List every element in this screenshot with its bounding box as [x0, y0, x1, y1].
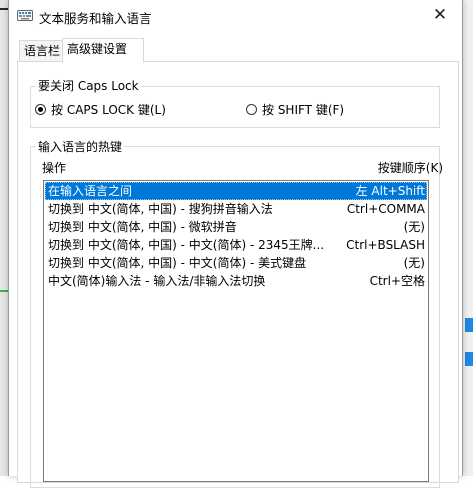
list-item[interactable]: 中文(简体)输入法 - 输入法/非输入法切换 Ctrl+空格: [45, 272, 427, 290]
close-button[interactable]: ✕: [418, 0, 462, 30]
hotkeys-group-label: 输入语言的热键: [36, 138, 125, 155]
radio-label: 按 SHIFT 键(F): [262, 103, 345, 117]
dialog-window: 文本服务和输入语言 ✕ 语言栏 高级键设置 要关闭 Caps Lock 按 CA…: [8, 0, 463, 488]
keyboard-icon: [17, 10, 33, 21]
column-header-action: 操作: [42, 161, 67, 175]
background-green-line: [0, 290, 8, 292]
close-icon: ✕: [432, 5, 448, 25]
radio-indicator: [246, 104, 257, 115]
hotkey-list[interactable]: 在输入语言之间 左 Alt+Shift 切换到 中文(简体, 中国) - 搜狗拼…: [43, 180, 429, 482]
list-item[interactable]: 切换到 中文(简体, 中国) - 微软拼音 (无): [45, 218, 427, 236]
radio-caps-lock-key[interactable]: 按 CAPS LOCK 键(L): [35, 101, 166, 118]
radio-indicator-checked: [35, 104, 46, 115]
background-blue-block: [465, 318, 473, 332]
list-item[interactable]: 切换到 中文(简体, 中国) - 中文(简体) - 2345王牌... Ctrl…: [45, 236, 427, 254]
background-mark: [0, 8, 8, 10]
list-item[interactable]: 在输入语言之间 左 Alt+Shift: [45, 182, 427, 200]
tab-language-bar[interactable]: 语言栏: [19, 40, 64, 62]
background-blue-block: [465, 352, 473, 366]
tab-advanced-key-settings[interactable]: 高级键设置: [62, 38, 144, 63]
column-header-key-sequence: 按键顺序(K): [377, 161, 443, 175]
list-item[interactable]: 切换到 中文(简体, 中国) - 中文(简体) - 美式键盘 (无): [45, 254, 427, 272]
radio-shift-key[interactable]: 按 SHIFT 键(F): [246, 101, 344, 118]
caps-lock-group-label: 要关闭 Caps Lock: [36, 77, 141, 94]
window-title: 文本服务和输入语言: [39, 11, 152, 26]
background-window-left: [0, 0, 8, 476]
title-bar: 文本服务和输入语言 ✕: [9, 0, 462, 32]
list-item[interactable]: 切换到 中文(简体, 中国) - 搜狗拼音输入法 Ctrl+COMMA: [45, 200, 427, 218]
radio-label: 按 CAPS LOCK 键(L): [51, 103, 166, 117]
